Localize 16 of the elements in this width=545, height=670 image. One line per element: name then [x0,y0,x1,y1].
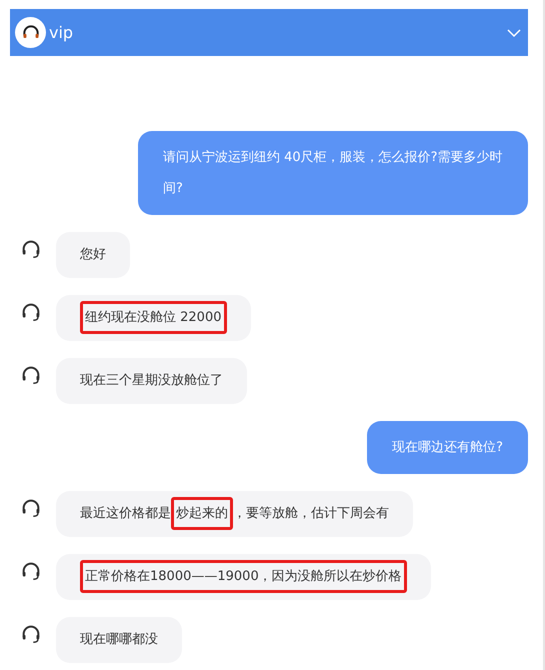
agent-message: 最近这价格都是 炒起来的 ，要等放舱，估计下周会有 [56,491,413,537]
headset-icon [20,301,42,323]
agent-message: 您好 [56,232,130,278]
agent-message: 正常价格在18000——19000，因为没舱所以在炒价格 [56,554,431,600]
headset-icon [20,497,42,519]
user-message: 请问从宁波运到纽约 40尺柜，服装，怎么报价?需要多少时间? [138,131,528,215]
headset-icon [20,238,42,260]
agent-message: 纽约现在没舱位 22000 [56,295,250,341]
chat-title: vip [49,22,74,44]
avatar-icon [15,17,46,48]
headset-icon [20,560,42,582]
agent-message: 现在三个星期没放舱位了 [56,358,247,404]
headset-icon [20,623,42,645]
headset-icon [20,364,42,386]
user-message: 现在哪边还有舱位? [367,421,528,474]
agent-message: 现在哪哪都没 [56,617,182,663]
